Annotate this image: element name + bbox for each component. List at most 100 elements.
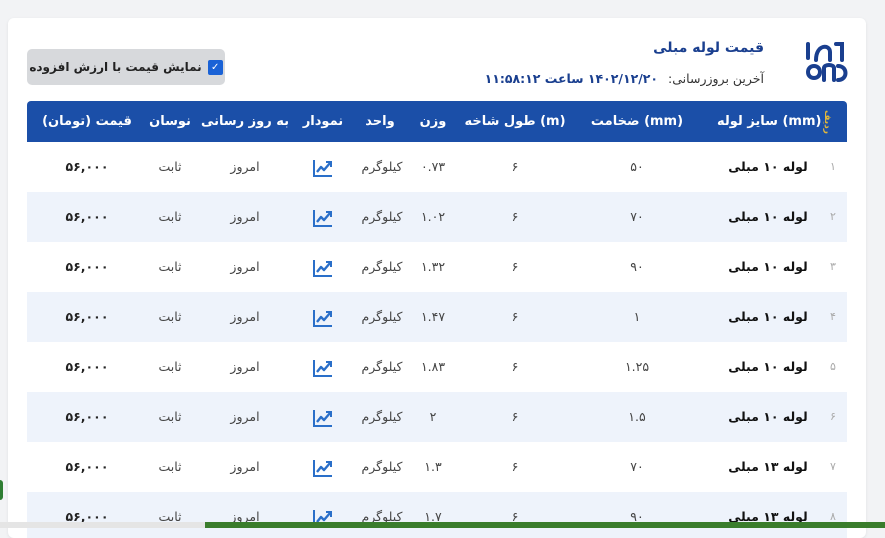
chart-icon[interactable] — [295, 142, 351, 192]
cell-thickness: ۱.۲۵ — [624, 359, 650, 374]
card-header: قیمت لوله مبلی آخرین بروزرسانی: ۱۴۰۲/۱۲/… — [8, 18, 866, 100]
table-row: ۲ لوله ۱۰ مبلی ۷۰ ۶ ۱.۰۲ کیلوگرم امروز ثابت ۵۶,۰… — [27, 192, 847, 242]
cell-size: لوله ۱۰ مبلی — [728, 409, 808, 424]
cell-index: ۳ — [830, 260, 836, 273]
cell-thickness: ۵۰ — [630, 159, 644, 174]
table-row: ۵ لوله ۱۰ مبلی ۱.۲۵ ۶ ۱.۸۳ کیلوگرم امروز ثابت ۵۶… — [27, 342, 847, 392]
cell-index: ۱ — [830, 160, 836, 173]
page-title: قیمت لوله مبلی — [653, 40, 764, 56]
chart-icon[interactable] — [295, 492, 351, 538]
cell-length: ۶ — [511, 359, 519, 374]
column-header-price[interactable]: قیمت (تومان) — [33, 101, 141, 142]
table-row: ۳ لوله ۱۰ مبلی ۹۰ ۶ ۱.۳۲ کیلوگرم امروز ثابت ۵۶,۰… — [27, 242, 847, 292]
cell-size: لوله ۱۳ مبلی — [728, 509, 808, 524]
cell-weight: ۲ — [429, 409, 437, 424]
last-updated: آخرین بروزرسانی: ۱۴۰۲/۱۲/۲۰ ساعت ۱۱:۵۸:۱… — [485, 71, 764, 86]
cell-unit: کیلوگرم — [361, 409, 403, 424]
bottom-progress-bar — [0, 522, 885, 528]
cell-price: ۵۶,۰۰۰ — [65, 459, 109, 474]
column-header-fluctuation[interactable]: نوسان — [145, 101, 195, 142]
cell-updated: امروز — [230, 309, 260, 324]
cell-length: ۶ — [511, 159, 519, 174]
table-row: ۷ لوله ۱۳ مبلی ۷۰ ۶ ۱.۳ کیلوگرم امروز ثابت ۵۶,۰۰… — [27, 442, 847, 492]
cell-index: ۶ — [830, 410, 836, 423]
cell-updated: امروز — [230, 159, 260, 174]
cell-fluctuation: ثابت — [158, 159, 182, 174]
bottom-bar-segment — [0, 522, 205, 528]
cell-fluctuation: ثابت — [158, 209, 182, 224]
cell-size: لوله ۱۰ مبلی — [728, 259, 808, 274]
cell-price: ۵۶,۰۰۰ — [65, 509, 109, 524]
cell-fluctuation: ثابت — [158, 309, 182, 324]
cell-size: لوله ۱۰ مبلی — [728, 309, 808, 324]
table-row: ۱ لوله ۱۰ مبلی ۵۰ ۶ ۰.۷۳ کیلوگرم امروز ثابت ۵۶,۰… — [27, 142, 847, 192]
table-row: ۴ لوله ۱۰ مبلی ۱ ۶ ۱.۴۷ کیلوگرم امروز ثابت ۵۶,۰۰… — [27, 292, 847, 342]
cell-price: ۵۶,۰۰۰ — [65, 209, 109, 224]
cell-price: ۵۶,۰۰۰ — [65, 309, 109, 324]
cell-price: ۵۶,۰۰۰ — [65, 159, 109, 174]
column-header-size[interactable]: سایز لوله (mm) — [717, 101, 821, 142]
table-header: ردیف سایز لوله (mm) ضخامت (mm) طول شاخه … — [27, 101, 847, 142]
cell-updated: امروز — [230, 359, 260, 374]
vat-checkbox[interactable]: ✓ — [207, 59, 223, 75]
cell-length: ۶ — [511, 509, 519, 524]
chart-icon[interactable] — [295, 292, 351, 342]
column-header-weight[interactable]: وزن — [412, 101, 454, 142]
chart-icon[interactable] — [295, 242, 351, 292]
cell-thickness: ۷۰ — [630, 459, 644, 474]
cell-fluctuation: ثابت — [158, 459, 182, 474]
cell-price: ۵۶,۰۰۰ — [65, 359, 109, 374]
cell-weight: ۱.۳ — [424, 459, 442, 474]
brand-logo-icon[interactable] — [802, 38, 848, 88]
vat-toggle-label: نمایش قیمت با ارزش افزوده — [29, 60, 202, 74]
cell-updated: امروز — [230, 409, 260, 424]
cell-unit: کیلوگرم — [361, 259, 403, 274]
cell-fluctuation: ثابت — [158, 259, 182, 274]
column-header-index[interactable]: ردیف — [819, 101, 847, 142]
chart-icon[interactable] — [295, 442, 351, 492]
cell-thickness: ۹۰ — [630, 259, 644, 274]
table-row: ۸ لوله ۱۳ مبلی ۹۰ ۶ ۱.۷ کیلوگرم امروز ثابت ۵۶,۰۰… — [27, 492, 847, 538]
last-updated-label: آخرین بروزرسانی: — [668, 71, 764, 86]
cell-thickness: ۱.۵ — [628, 409, 646, 424]
cell-price: ۵۶,۰۰۰ — [65, 259, 109, 274]
cell-length: ۶ — [511, 459, 519, 474]
cell-length: ۶ — [511, 309, 519, 324]
cell-index: ۲ — [830, 210, 836, 223]
cell-weight: ۱.۸۳ — [420, 359, 446, 374]
vat-toggle-button[interactable]: ✓ نمایش قیمت با ارزش افزوده — [27, 49, 225, 85]
cell-size: لوله ۱۰ مبلی — [728, 159, 808, 174]
cell-fluctuation: ثابت — [158, 509, 182, 524]
cell-weight: ۱.۷ — [424, 509, 442, 524]
cell-weight: ۱.۳۲ — [420, 259, 446, 274]
cell-thickness: ۹۰ — [630, 509, 644, 524]
cell-index: ۵ — [830, 360, 836, 373]
last-updated-value: ۱۴۰۲/۱۲/۲۰ ساعت ۱۱:۵۸:۱۲ — [484, 71, 659, 86]
column-header-updated[interactable]: به روز رسانی — [199, 101, 291, 142]
cell-unit: کیلوگرم — [361, 359, 403, 374]
cell-length: ۶ — [511, 409, 519, 424]
side-tab[interactable] — [0, 480, 3, 500]
table-row: ۶ لوله ۱۰ مبلی ۱.۵ ۶ ۲ کیلوگرم امروز ثابت ۵۶,۰۰۰ — [27, 392, 847, 442]
cell-updated: امروز — [230, 509, 260, 524]
cell-index: ۴ — [830, 310, 836, 323]
chart-icon[interactable] — [295, 342, 351, 392]
cell-unit: کیلوگرم — [361, 459, 403, 474]
cell-size: لوله ۱۰ مبلی — [728, 209, 808, 224]
cell-weight: ۱.۴۷ — [420, 309, 446, 324]
cell-weight: ۱.۰۲ — [420, 209, 446, 224]
column-header-length[interactable]: طول شاخه (m) — [459, 101, 571, 142]
cell-price: ۵۶,۰۰۰ — [65, 409, 109, 424]
chart-icon[interactable] — [295, 192, 351, 242]
column-header-thickness[interactable]: ضخامت (mm) — [577, 101, 697, 142]
cell-weight: ۰.۷۳ — [420, 159, 446, 174]
cell-fluctuation: ثابت — [158, 359, 182, 374]
price-card: قیمت لوله مبلی آخرین بروزرسانی: ۱۴۰۲/۱۲/… — [8, 18, 866, 538]
cell-updated: امروز — [230, 459, 260, 474]
cell-length: ۶ — [511, 259, 519, 274]
cell-index: ۸ — [830, 510, 836, 523]
cell-size: لوله ۱۰ مبلی — [728, 359, 808, 374]
column-header-chart[interactable]: نمودار — [295, 101, 351, 142]
chart-icon[interactable] — [295, 392, 351, 442]
column-header-unit[interactable]: واحد — [355, 101, 405, 142]
